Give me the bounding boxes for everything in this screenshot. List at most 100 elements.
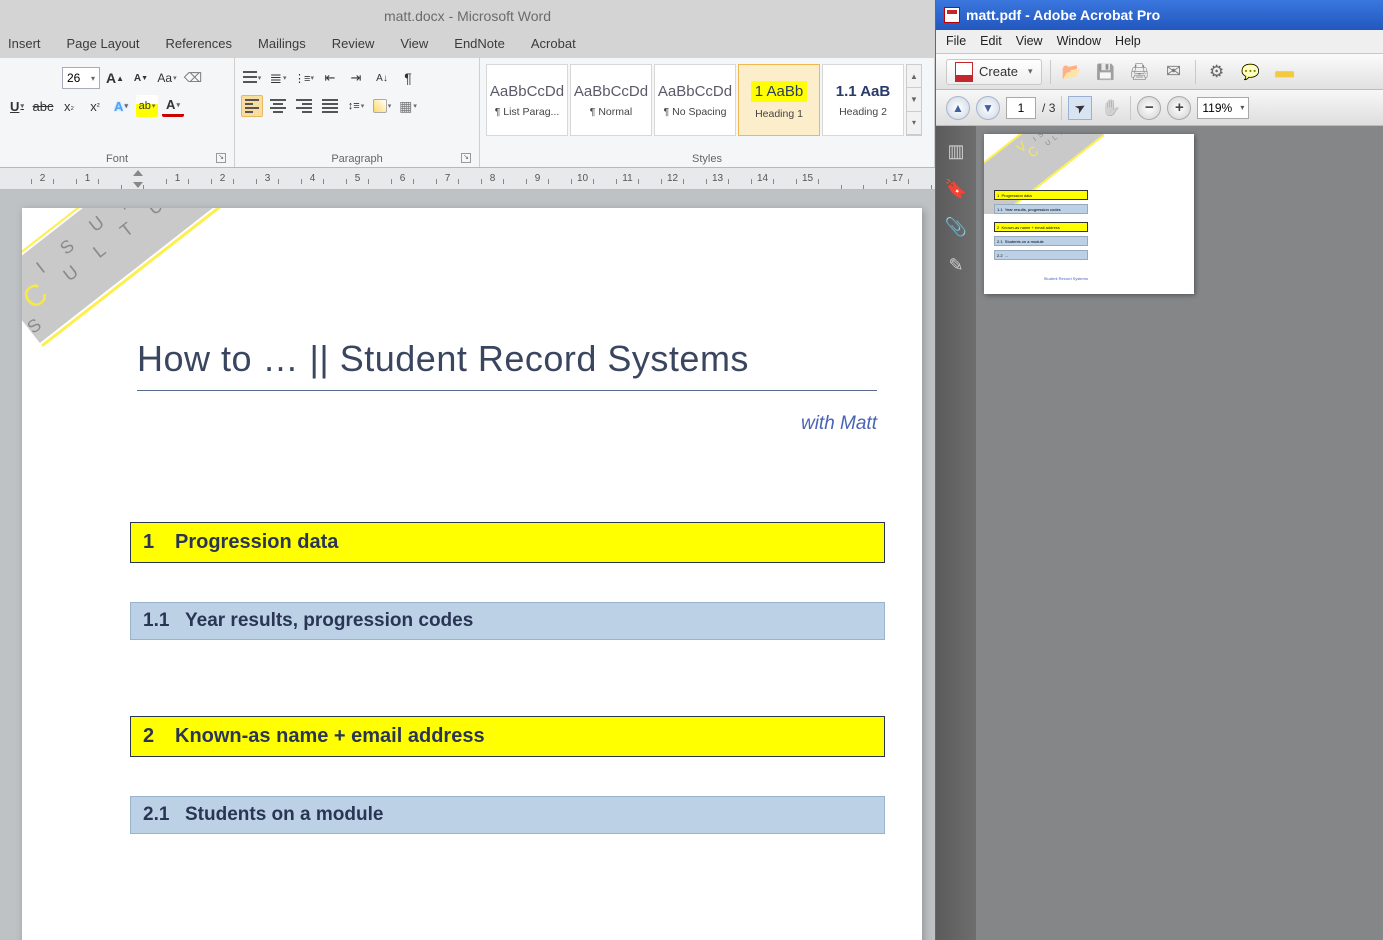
acrobat-document-view[interactable]: V ISUAL C ULTURES 1 Progression data 1.1… [976,126,1383,940]
styles-scroll[interactable]: ▲▼▾ [906,64,922,136]
acrobat-window: matt.pdf - Adobe Acrobat Pro File Edit V… [935,0,1383,940]
ribbon-label-font: Font [106,153,128,165]
acrobat-menu-bar: File Edit View Window Help [936,30,1383,54]
paragraph-dialog-launcher-icon[interactable]: ↘ [461,153,471,163]
acrobat-body: ▥ 🔖 📎 ✎ V ISUAL C ULTURES 1 Progression … [936,126,1383,940]
tab-view[interactable]: View [400,36,428,58]
tab-references[interactable]: References [166,36,232,58]
style-tile-heading-2[interactable]: 1.1 AaBHeading 2 [822,64,904,136]
attachments-icon[interactable]: 📎 [945,216,967,238]
ribbon-label-styles: Styles [692,153,722,165]
tab-mailings[interactable]: Mailings [258,36,306,58]
hand-tool-icon[interactable] [1098,96,1124,120]
zoom-in-icon[interactable]: + [1167,96,1191,120]
signatures-icon[interactable]: ✎ [945,254,967,276]
next-page-icon[interactable]: ▼ [976,96,1000,120]
word-window: matt.docx - Microsoft Word Insert Page L… [0,0,935,940]
acrobat-title-bar: matt.pdf - Adobe Acrobat Pro [936,0,1383,30]
heading-1[interactable]: 2Known-as name + email address [130,716,885,757]
page-total-label: / 3 [1042,101,1055,115]
document-subtitle[interactable]: with Matt [137,413,877,435]
selection-tool-icon[interactable] [1068,96,1092,120]
heading-1[interactable]: 1Progression data [130,522,885,563]
decrease-indent-icon[interactable] [319,67,341,89]
justify-icon[interactable] [319,95,341,117]
menu-help[interactable]: Help [1115,34,1141,53]
settings-icon[interactable] [1204,60,1230,84]
acrobat-nav-pane: ▥ 🔖 📎 ✎ [936,126,976,940]
text-effects-icon[interactable]: A [110,95,132,117]
menu-window[interactable]: Window [1057,34,1101,53]
font-size-combo[interactable]: 26 [62,67,100,89]
separator [1130,96,1131,120]
grow-font-icon[interactable]: A▲ [104,67,126,89]
highlight-color-icon[interactable]: ab [136,95,158,117]
comment-icon[interactable] [1238,60,1264,84]
multilevel-list-icon[interactable] [293,67,315,89]
save-icon[interactable] [1093,60,1119,84]
style-tile--normal[interactable]: AaBbCcDd¶ Normal [570,64,652,136]
prev-page-icon[interactable]: ▲ [946,96,970,120]
bookmarks-icon[interactable]: 🔖 [945,178,967,200]
numbering-icon[interactable] [267,67,289,89]
style-tile--no-spacing[interactable]: AaBbCcDd¶ No Spacing [654,64,736,136]
menu-edit[interactable]: Edit [980,34,1002,53]
tab-page-layout[interactable]: Page Layout [67,36,140,58]
open-icon[interactable] [1059,60,1085,84]
tab-acrobat[interactable]: Acrobat [531,36,576,58]
document-page: V I S U A L C U L T U R E S How to … || … [22,208,922,940]
bullets-icon[interactable] [241,67,263,89]
styles-gallery: AaBbCcDd¶ List Parag...AaBbCcDd¶ NormalA… [486,64,928,136]
heading-2[interactable]: 2.1Students on a module [130,796,885,834]
font-dialog-launcher-icon[interactable]: ↘ [216,153,226,163]
indent-marker-icon[interactable] [133,170,143,188]
page-number-input[interactable] [1006,97,1036,119]
font-color-icon[interactable]: A [162,95,184,117]
zoom-combo[interactable]: 119% [1197,97,1249,119]
underline-icon[interactable]: U [6,95,28,117]
sort-icon[interactable] [371,67,393,89]
subscript-icon[interactable] [58,95,80,117]
style-tile-heading-1[interactable]: 1 AaBbHeading 1 [738,64,820,136]
clear-formatting-icon[interactable] [182,67,204,89]
word-title-bar: matt.docx - Microsoft Word [0,0,935,30]
ribbon: 26 A▲ A▼ U abc A ab A Font ↘ [0,58,935,168]
align-right-icon[interactable] [293,95,315,117]
heading-2[interactable]: 1.1Year results, progression codes [130,602,885,640]
tab-insert[interactable]: Insert [8,36,41,58]
shrink-font-icon[interactable]: A▼ [130,67,152,89]
thumbnails-icon[interactable]: ▥ [945,140,967,162]
borders-icon[interactable] [397,95,419,117]
increase-indent-icon[interactable] [345,67,367,89]
show-hide-marks-icon[interactable] [397,67,419,89]
pdf-page-thumbnail: V ISUAL C ULTURES 1 Progression data 1.1… [984,134,1194,294]
shading-icon[interactable] [371,95,393,117]
ribbon-group-styles: AaBbCcDd¶ List Parag...AaBbCcDd¶ NormalA… [480,58,935,167]
email-icon[interactable] [1161,60,1187,84]
separator [1050,60,1051,84]
highlight-icon[interactable] [1272,60,1298,84]
strikethrough-icon[interactable]: abc [32,95,54,117]
horizontal-ruler[interactable]: 2112345678910111213141517 [0,168,935,190]
style-tile--list-parag-[interactable]: AaBbCcDd¶ List Parag... [486,64,568,136]
align-center-icon[interactable] [267,95,289,117]
pdf-file-icon [944,7,960,23]
ribbon-group-paragraph: Paragraph ↘ [235,58,480,167]
document-title[interactable]: How to … || Student Record Systems [137,338,877,391]
document-area[interactable]: V I S U A L C U L T U R E S How to … || … [0,190,935,940]
separator [1061,96,1062,120]
superscript-icon[interactable] [84,95,106,117]
line-spacing-icon[interactable] [345,95,367,117]
change-case-icon[interactable] [156,67,178,89]
menu-view[interactable]: View [1016,34,1043,53]
menu-file[interactable]: File [946,34,966,53]
separator [1195,60,1196,84]
word-ribbon-tabs: Insert Page Layout References Mailings R… [0,30,935,58]
tab-review[interactable]: Review [332,36,375,58]
print-icon[interactable] [1127,60,1153,84]
align-left-icon[interactable] [241,95,263,117]
tab-endnote[interactable]: EndNote [454,36,505,58]
create-button[interactable]: Create [946,59,1042,85]
ribbon-label-paragraph: Paragraph [331,153,382,165]
zoom-out-icon[interactable]: − [1137,96,1161,120]
